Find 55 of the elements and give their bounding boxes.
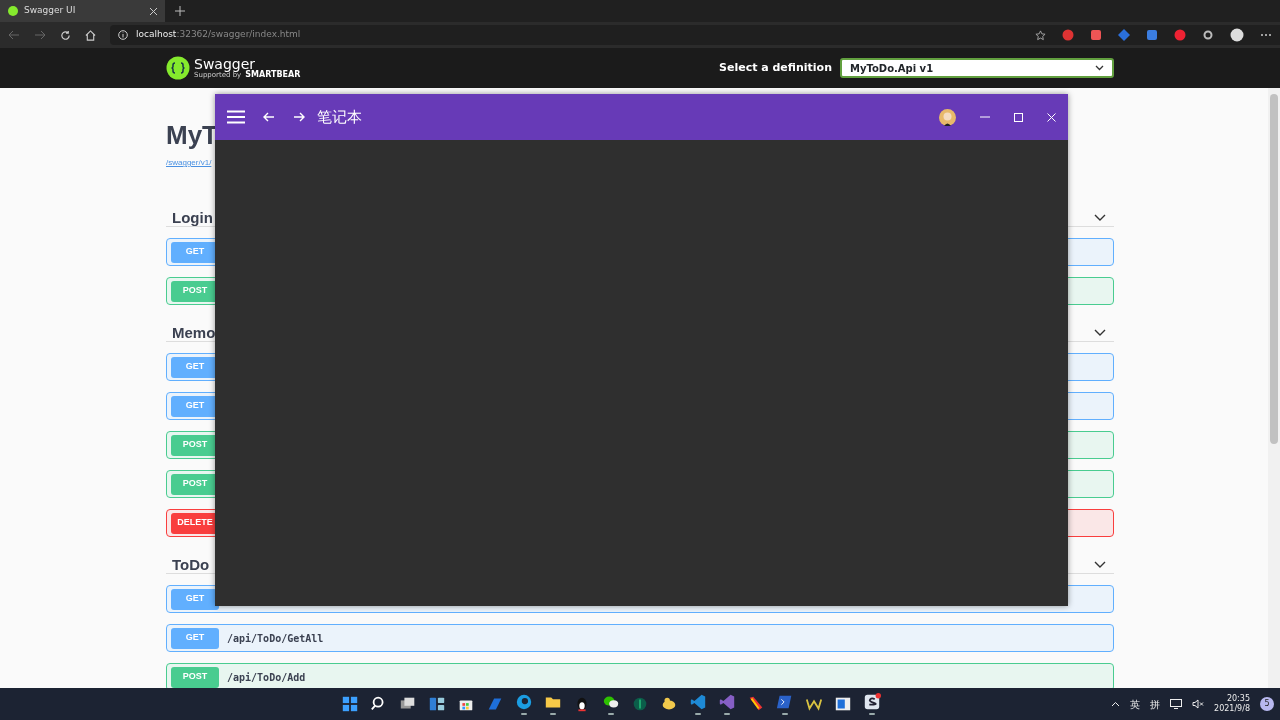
info-icon[interactable] (118, 30, 128, 40)
studio-icon[interactable] (717, 693, 736, 711)
chevron-up-icon[interactable] (1111, 701, 1121, 707)
notification-badge[interactable]: 5 (1260, 697, 1274, 711)
plus-icon[interactable] (175, 6, 185, 16)
extension-icon[interactable] (1174, 29, 1186, 41)
method-badge: GET (171, 627, 219, 649)
extension-icon[interactable] (1118, 29, 1130, 41)
caret-icon[interactable] (1095, 65, 1104, 71)
window-icon[interactable] (833, 695, 852, 713)
method-badge: POST (171, 666, 219, 688)
endpoint-path: /api/ToDo/GetAll (227, 631, 324, 646)
speaker-muted-icon[interactable] (1192, 699, 1205, 709)
extension-icon[interactable] (1090, 29, 1102, 41)
section-heading[interactable]: ToDo (172, 557, 210, 572)
close-icon[interactable] (150, 7, 157, 15)
monitor-icon[interactable] (1170, 699, 1183, 709)
browser-tab[interactable]: Swagger UI (0, 0, 165, 22)
definition-label: Select a definition (719, 59, 832, 76)
app-icon[interactable] (862, 693, 881, 711)
input-method[interactable]: 英 (1130, 696, 1141, 712)
extension-icon[interactable] (1062, 29, 1074, 41)
scrollbar[interactable] (1268, 88, 1280, 688)
page-title: MyT (166, 122, 219, 148)
reload-icon[interactable] (60, 29, 71, 41)
section-heading[interactable]: Login (172, 210, 213, 225)
address-field[interactable]: localhost:32362/swagger/index.html (110, 25, 1280, 45)
method-badge: GET (171, 588, 219, 610)
chevron-icon[interactable] (1094, 329, 1106, 336)
chevron-icon[interactable] (1094, 214, 1106, 221)
section-heading[interactable]: Memo (172, 325, 216, 340)
logo-icon (166, 56, 190, 80)
logo-brand: SMARTBEAR (245, 71, 301, 79)
chevron-icon[interactable] (1094, 561, 1106, 568)
input-method[interactable]: 拼 (1150, 696, 1161, 712)
logo-text: Swagger (194, 57, 256, 71)
operation-row[interactable]: POST /api/ToDo/Add (166, 663, 1114, 688)
extension-icon[interactable] (1146, 29, 1158, 41)
maximize-icon[interactable] (1014, 112, 1023, 122)
start-icon[interactable] (340, 695, 359, 713)
definition-select[interactable]: MyToDo.Api v1 (840, 58, 1114, 78)
star-icon[interactable] (1035, 29, 1046, 41)
clock[interactable]: 20:35 2021/9/8 (1214, 694, 1250, 714)
endpoint-path: /api/ToDo/Add (227, 670, 306, 685)
avatar-icon[interactable] (939, 108, 956, 126)
operation-row[interactable]: GET /api/ToDo/GetAll (166, 624, 1114, 652)
menu-icon[interactable] (227, 110, 245, 124)
logo-icon (8, 6, 18, 16)
code-icon[interactable] (688, 693, 707, 711)
app-title: 笔记本 (317, 106, 362, 128)
more-icon[interactable] (1260, 33, 1272, 37)
home-icon[interactable] (85, 29, 96, 41)
panel-icon[interactable] (427, 695, 446, 713)
terminal-icon[interactable] (775, 693, 794, 711)
avatar-icon[interactable] (1230, 28, 1244, 42)
